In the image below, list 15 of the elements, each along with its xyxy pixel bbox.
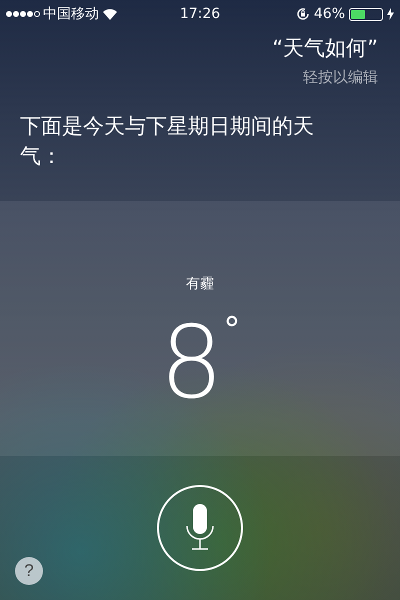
battery-percent: 46% xyxy=(314,6,345,22)
microphone-button[interactable] xyxy=(157,485,243,571)
signal-icon xyxy=(6,11,40,17)
wifi-icon xyxy=(102,8,118,20)
degree-unit: ° xyxy=(223,313,240,347)
battery-icon xyxy=(349,8,383,20)
temperature: 8 xyxy=(160,313,224,413)
siri-response: 下面是今天与下星期日期间的天气： xyxy=(19,113,315,170)
help-button[interactable]: ? xyxy=(15,557,43,585)
clock-time: 17:26 xyxy=(180,6,220,22)
weather-condition: 有霾 xyxy=(186,275,214,293)
carrier-name: 中国移动 xyxy=(43,5,99,23)
spoken-query[interactable]: “天气如何” xyxy=(272,34,378,62)
edit-hint: 轻按以编辑 xyxy=(303,68,378,87)
microphone-icon xyxy=(184,504,216,552)
